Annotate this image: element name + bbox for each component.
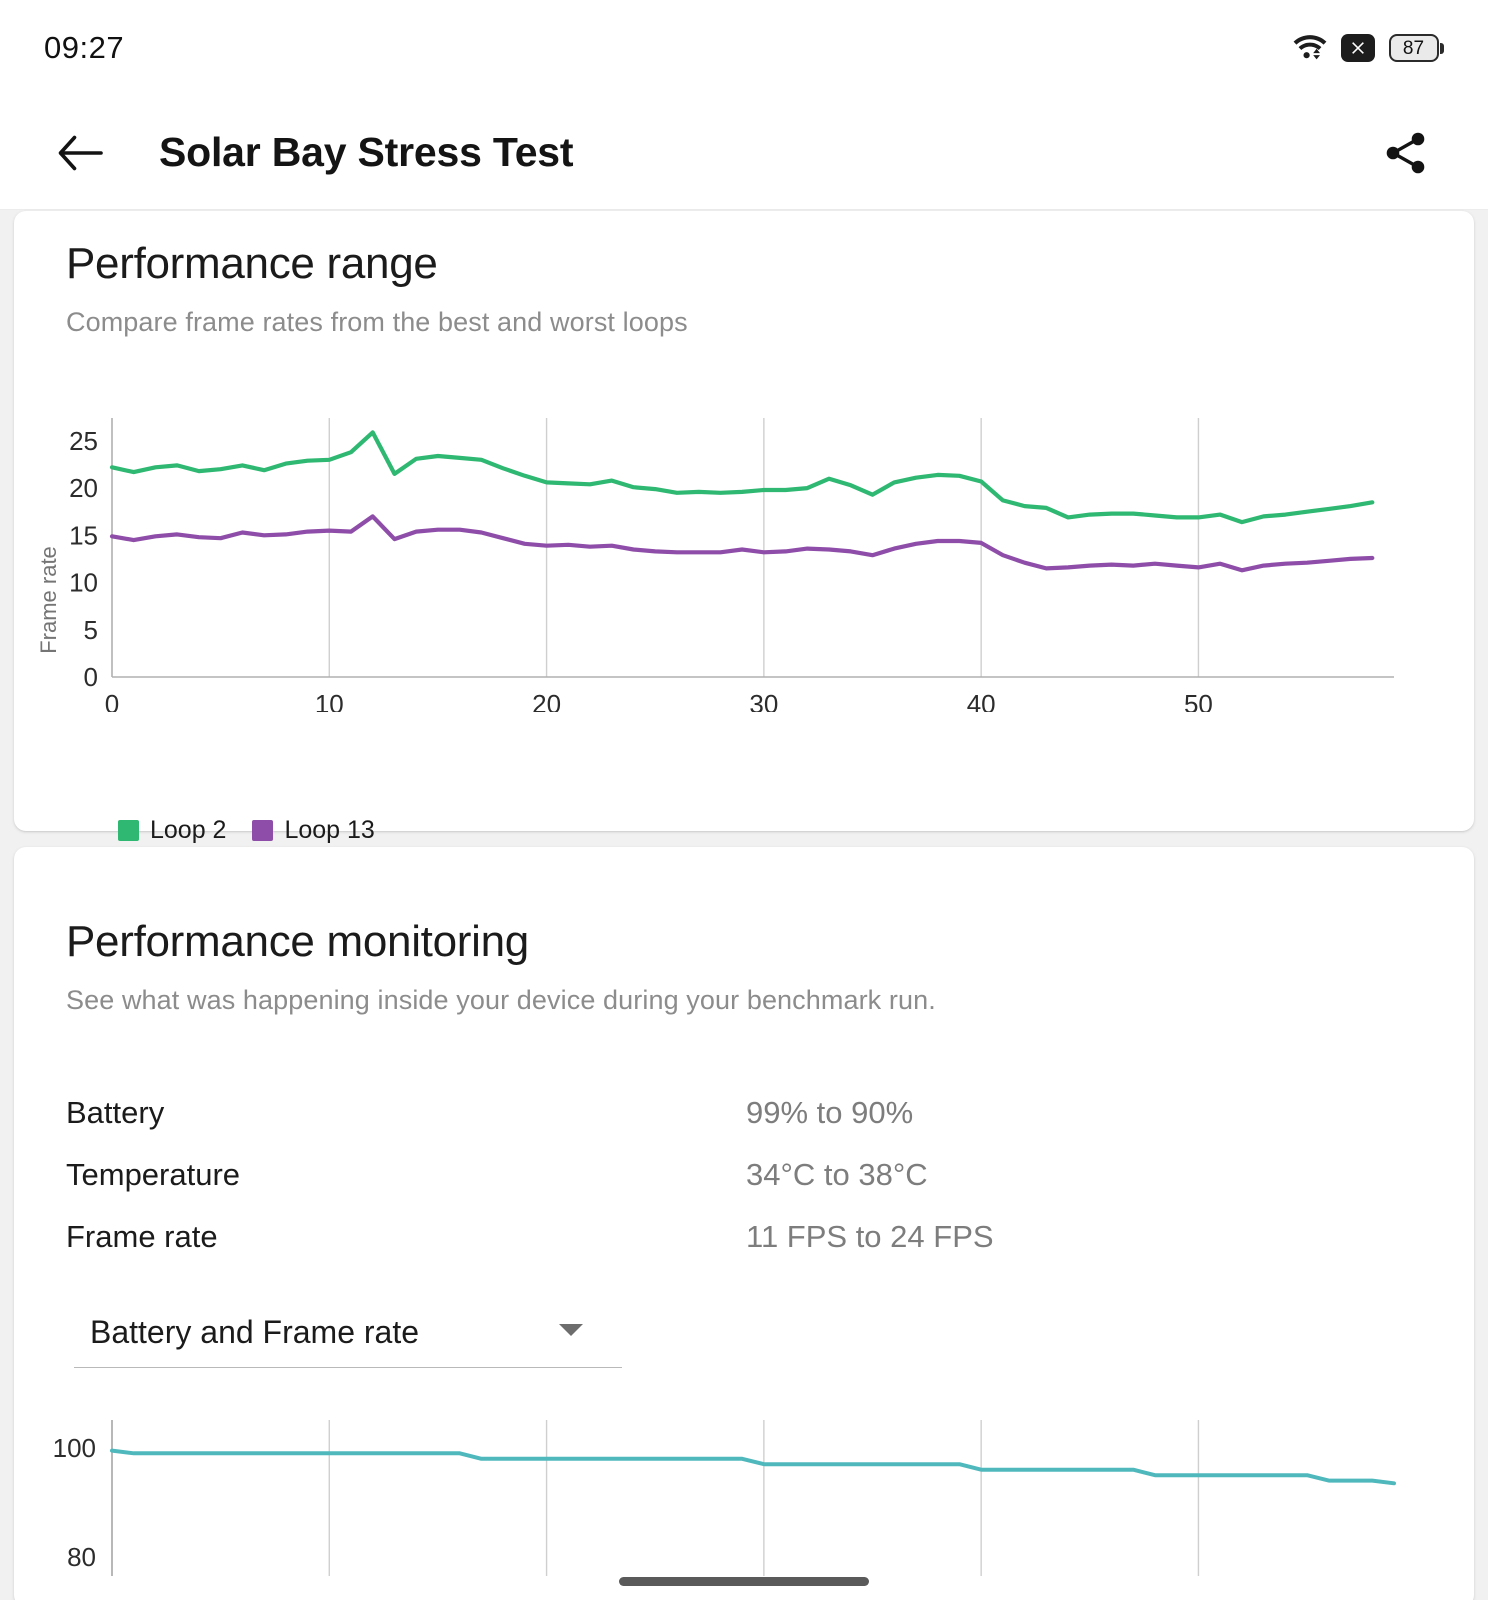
performance-monitoring-subtitle: See what was happening inside your devic… — [66, 985, 936, 1015]
performance-monitoring-card: Performance monitoring See what was happ… — [14, 847, 1474, 1600]
chevron-down-icon — [558, 1322, 584, 1343]
performance-range-subtitle: Compare frame rates from the best and wo… — [66, 307, 688, 337]
back-button[interactable] — [50, 123, 110, 183]
svg-text:20: 20 — [532, 689, 561, 712]
app-bar: Solar Bay Stress Test — [0, 96, 1488, 210]
legend-item-loop2: Loop 2 — [118, 816, 226, 845]
performance-range-card: Performance range Compare frame rates fr… — [14, 211, 1474, 892]
performance-range-title: Performance range — [66, 239, 438, 288]
scroll-content[interactable]: Performance range Compare frame rates fr… — [0, 211, 1488, 1600]
monitoring-chart[interactable]: 80 100 — [14, 1408, 1474, 1588]
svg-text:80: 80 — [67, 1542, 96, 1572]
svg-text:30: 30 — [749, 689, 778, 712]
wifi-icon — [1293, 32, 1327, 65]
stat-value-frame-rate: 11 FPS to 24 FPS — [746, 1219, 994, 1254]
stat-row: Temperature 34°C to 38°C — [66, 1144, 1422, 1206]
svg-text:50: 50 — [1184, 689, 1213, 712]
svg-text:10: 10 — [315, 689, 344, 712]
stat-key-battery: Battery — [66, 1095, 165, 1130]
chart2-plot: 80 100 — [53, 1420, 1396, 1576]
no-sim-icon — [1340, 34, 1375, 62]
share-icon — [1386, 132, 1425, 173]
performance-range-chart[interactable]: Frame rate 0 5 10 15 20 25 0 10 20 30 40 50 — [14, 412, 1474, 812]
legend-label-loop2: Loop 2 — [150, 816, 227, 844]
arrow-left-icon — [58, 135, 103, 170]
share-button[interactable] — [1376, 123, 1436, 183]
stat-key-temperature: Temperature — [66, 1157, 241, 1192]
metric-select-dropdown[interactable]: Battery and Frame rate — [74, 1314, 622, 1368]
battery-level-label: 87 — [1402, 37, 1425, 59]
stat-row: Battery 99% to 90% — [66, 1082, 1422, 1144]
status-icon-group: 87 — [1293, 32, 1444, 65]
chart1-legend: Loop 2 Loop 13 — [14, 816, 1474, 845]
stat-row: Frame rate 11 FPS to 24 FPS — [66, 1206, 1422, 1268]
svg-text:100: 100 — [53, 1433, 96, 1463]
svg-text:20: 20 — [69, 473, 98, 503]
navigation-handle[interactable] — [619, 1577, 869, 1586]
legend-swatch-loop2 — [118, 820, 139, 841]
phone-screen: 09:27 87 Solar Bay Stress Test Performan… — [0, 0, 1488, 1600]
performance-monitoring-title: Performance monitoring — [66, 917, 529, 966]
legend-label-loop13: Loop 13 — [284, 816, 375, 844]
status-bar: 09:27 87 — [0, 0, 1488, 96]
svg-text:15: 15 — [69, 520, 98, 550]
stat-key-frame-rate: Frame rate — [66, 1219, 218, 1254]
battery-icon: 87 — [1388, 34, 1444, 62]
metric-select-value: Battery and Frame rate — [90, 1314, 420, 1350]
status-clock: 09:27 — [44, 30, 125, 65]
svg-text:0: 0 — [105, 689, 119, 712]
svg-text:25: 25 — [69, 426, 98, 456]
svg-text:5: 5 — [84, 615, 98, 645]
svg-text:40: 40 — [967, 689, 996, 712]
chart1-plot: 0 5 10 15 20 25 0 10 20 30 40 50 — [69, 418, 1394, 712]
svg-text:0: 0 — [84, 662, 98, 692]
monitoring-stats-list: Battery 99% to 90% Temperature 34°C to 3… — [14, 1082, 1474, 1268]
svg-text:10: 10 — [69, 568, 98, 598]
chart1-y-axis-label: Frame rate — [36, 546, 61, 654]
page-title: Solar Bay Stress Test — [159, 129, 574, 175]
legend-item-loop13: Loop 13 — [252, 816, 375, 845]
stat-value-battery: 99% to 90% — [746, 1095, 914, 1130]
legend-swatch-loop13 — [252, 820, 274, 841]
stat-value-temperature: 34°C to 38°C — [746, 1157, 928, 1192]
